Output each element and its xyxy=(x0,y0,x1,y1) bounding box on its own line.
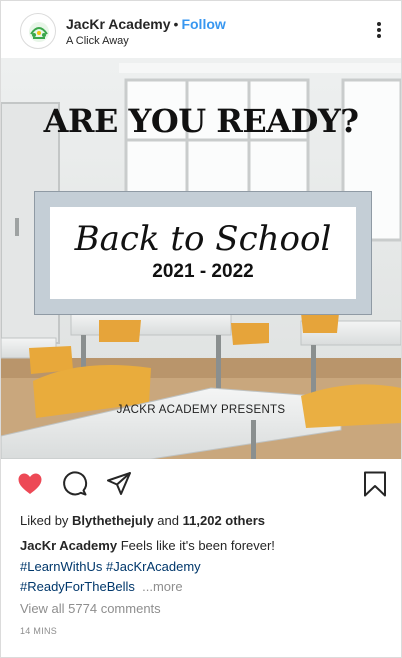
follow-button[interactable]: Follow xyxy=(181,16,225,32)
liked-by-user[interactable]: Blythethejuly xyxy=(72,513,154,528)
banner-inner: Back to School 2021 - 2022 xyxy=(50,207,356,299)
banner-years: 2021 - 2022 xyxy=(152,261,254,282)
likes-summary: Liked by Blythethejuly and 11,202 others xyxy=(20,513,265,528)
location-subtitle[interactable]: A Click Away xyxy=(66,35,129,47)
post-card: JacKr Academy • Follow A Click Away ARE … xyxy=(0,0,402,658)
post-image[interactable]: ARE YOU READY? Back to School 2021 - 202… xyxy=(1,58,401,459)
banner-script-title: Back to School xyxy=(74,219,332,259)
back-to-school-banner: Back to School 2021 - 2022 xyxy=(34,191,372,315)
hashtag-readyforthebells[interactable]: #ReadyForTheBells xyxy=(20,579,135,594)
likes-and: and xyxy=(157,513,179,528)
view-comments-link[interactable]: View all 5774 comments xyxy=(20,601,161,616)
post-caption: JacKr Academy Feels like it's been forev… xyxy=(20,536,390,598)
post-header: JacKr Academy • Follow A Click Away xyxy=(1,1,401,58)
username[interactable]: JacKr Academy xyxy=(66,16,171,32)
comment-icon[interactable] xyxy=(61,470,89,498)
caption-username[interactable]: JacKr Academy xyxy=(20,538,117,553)
likes-count[interactable]: 11,202 others xyxy=(183,513,265,528)
caption-text: Feels like it's been forever! xyxy=(120,538,275,553)
headline-text: ARE YOU READY? xyxy=(43,102,359,140)
likes-prefix: Liked by xyxy=(20,513,69,528)
presents-text: JACKR ACADEMY PRESENTS xyxy=(116,404,286,416)
username-line: JacKr Academy • Follow xyxy=(66,16,226,32)
separator-dot: • xyxy=(173,16,179,32)
hashtag-learnwithus[interactable]: #LearnWithUs xyxy=(20,559,102,574)
more-options-icon[interactable] xyxy=(371,19,387,41)
post-timestamp: 14 MINS xyxy=(20,626,58,636)
action-bar xyxy=(1,459,401,509)
bookmark-icon[interactable] xyxy=(361,470,389,498)
heart-icon[interactable] xyxy=(16,470,44,498)
hashtag-jackracademy[interactable]: #JacKrAcademy xyxy=(106,559,201,574)
caption-more-link[interactable]: ...more xyxy=(142,579,182,594)
share-icon[interactable] xyxy=(105,470,133,498)
avatar[interactable] xyxy=(20,13,56,49)
